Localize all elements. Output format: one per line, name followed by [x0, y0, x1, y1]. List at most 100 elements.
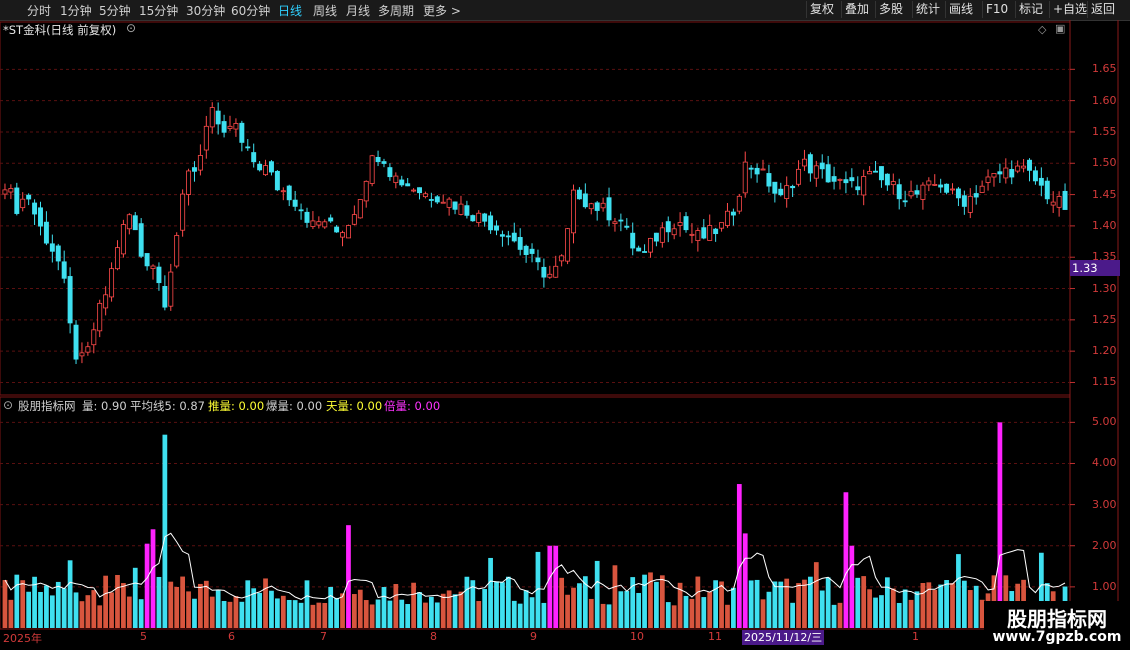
candle-body [511, 232, 517, 242]
period-tab-9[interactable]: 多周期 [378, 2, 414, 19]
settings-icon[interactable]: ◇ [1038, 23, 1046, 36]
volume-bar [263, 578, 268, 628]
title-dropdown-icon[interactable]: ⊙ [126, 21, 136, 35]
candle-body [677, 222, 683, 226]
volume-bar [748, 580, 754, 628]
candle-body [873, 170, 879, 173]
volume-bar [150, 529, 156, 628]
candle-body [624, 225, 630, 228]
main-panel-border [0, 21, 1071, 396]
candle-body [837, 178, 843, 181]
period-tab-7[interactable]: 周线 [313, 2, 337, 19]
chart-title: *ST金科(日线 前复权) [3, 23, 117, 37]
candle-body [422, 193, 428, 198]
period-tab-0[interactable]: 分时 [27, 2, 51, 19]
volume-bar [245, 580, 251, 628]
cursor-date-badge: 2025/11/12/三 [742, 630, 825, 645]
volume-bar [215, 589, 221, 628]
candle-body [807, 154, 813, 174]
candle-body [1021, 165, 1027, 169]
candle-body [197, 155, 203, 171]
candle-body [535, 257, 541, 263]
volume-bar [713, 580, 718, 628]
volume-bar [97, 605, 103, 628]
toolbar-button-2[interactable]: 多股 [875, 1, 906, 18]
candle-body [464, 205, 470, 216]
volume-bar [144, 543, 150, 628]
volume-bar [109, 592, 114, 628]
volume-bar [423, 602, 428, 628]
volume-bar [387, 600, 393, 628]
volume-bar [280, 595, 286, 628]
candle-body [878, 166, 884, 181]
period-tab-8[interactable]: 月线 [346, 2, 370, 19]
indicator-toggle-icon[interactable]: ⊙ [3, 398, 13, 412]
candle-body [991, 173, 997, 178]
period-tab-1[interactable]: 1分钟 [60, 2, 92, 19]
price-label: 1.20 [1092, 344, 1117, 358]
volume-bar [831, 604, 837, 628]
period-tab-5[interactable]: 60分钟 [231, 2, 270, 19]
volume-bar [511, 600, 517, 628]
candle-body [742, 161, 748, 194]
volume-bar [292, 600, 298, 628]
candle-body [263, 165, 269, 176]
toolbar-button-1[interactable]: 叠加 [841, 1, 872, 18]
volume-bar [405, 604, 411, 628]
candle-body [280, 190, 286, 193]
toolbar-button-5[interactable]: F10 [982, 1, 1011, 18]
candle-body [109, 268, 115, 298]
candle-body [606, 197, 612, 221]
candle-body [203, 125, 209, 151]
candle-body [369, 155, 375, 184]
indicator-value-5: 倍量: 0.00 [384, 399, 441, 413]
volume-bar [316, 602, 322, 628]
indicator-value-1: 平均线5: 0.87 [130, 399, 205, 413]
period-tab-3[interactable]: 15分钟 [139, 2, 178, 19]
toolbar-button-7[interactable]: +自选 [1049, 1, 1090, 18]
volume-bar [221, 600, 227, 628]
candle-body [707, 225, 713, 241]
window-icon[interactable]: ▣ [1055, 22, 1065, 35]
toolbar-button-4[interactable]: 画线 [945, 1, 976, 18]
volume-bar [819, 590, 825, 628]
candle-body [559, 255, 565, 262]
candle-body [1032, 170, 1038, 182]
volume-bar [695, 576, 701, 628]
candle-body [967, 195, 973, 213]
volume-bar [600, 603, 606, 628]
period-tab-2[interactable]: 5分钟 [99, 2, 131, 19]
candle-body [328, 217, 334, 222]
toolbar-button-6[interactable]: 标记 [1015, 1, 1046, 18]
volume-bar [571, 587, 576, 628]
volume-bar [902, 589, 908, 628]
volume-bar [393, 584, 399, 628]
candle-body [565, 228, 571, 262]
period-tab-10[interactable]: 更多 > [423, 2, 461, 19]
candle-body [191, 167, 197, 172]
volume-bar [375, 599, 381, 628]
candle-body [73, 324, 79, 360]
candle-body [227, 125, 233, 129]
volume-bar [950, 583, 955, 628]
candle-body [245, 146, 251, 149]
candle-body [186, 170, 192, 195]
period-toolbar: 分时 1分钟 5分钟 15分钟 30分钟 60分钟 日线 周线 月线 多周期 更多 > 复权 叠加 多股统… [0, 0, 1130, 21]
period-tab-6[interactable]: 日线 [278, 2, 302, 19]
candle-body [778, 188, 784, 196]
watermark-url: www.7gpzb.com [992, 629, 1122, 645]
volume-bar [588, 598, 594, 628]
period-tab-4[interactable]: 30分钟 [186, 2, 225, 19]
volume-bar [369, 604, 375, 628]
toolbar-button-8[interactable]: 返回 [1087, 1, 1118, 18]
candle-body [701, 227, 707, 239]
toolbar-button-3[interactable]: 统计 [912, 1, 943, 18]
date-label: 7 [320, 630, 327, 643]
toolbar-button-0[interactable]: 复权 [806, 1, 837, 18]
volume-bar [701, 597, 707, 628]
volume-bar [26, 591, 32, 628]
volume-bar [523, 590, 529, 628]
candle-body [695, 230, 701, 241]
candle-body [748, 167, 754, 170]
candle-body [636, 247, 642, 252]
